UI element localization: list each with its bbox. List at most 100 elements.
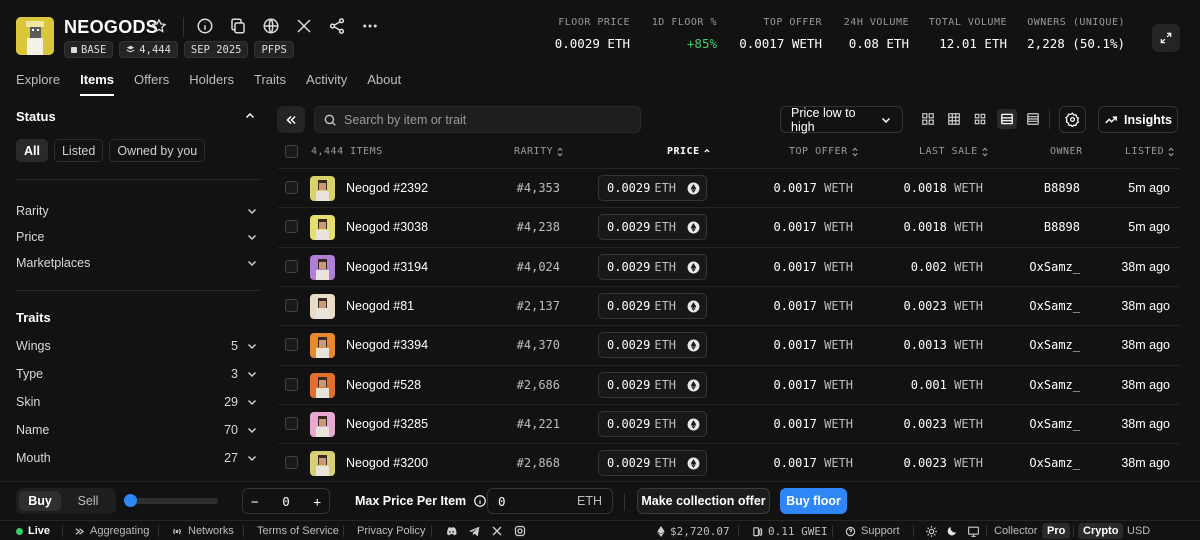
row-select-checkbox[interactable] <box>285 338 298 351</box>
more-options-icon[interactable] <box>361 17 381 37</box>
item-thumbnail[interactable] <box>310 451 335 476</box>
trait-filter-name[interactable]: Name 70 <box>16 423 258 437</box>
status-owned-button[interactable]: Owned by you <box>109 139 206 162</box>
item-owner[interactable]: OxSamz_ <box>1029 456 1080 470</box>
favorite-star-icon[interactable] <box>151 18 167 34</box>
system-theme-icon[interactable] <box>967 525 980 538</box>
status-listed-button[interactable]: Listed <box>53 139 104 162</box>
mode-collector-button[interactable]: Collector <box>989 523 1042 539</box>
item-owner[interactable]: OxSamz_ <box>1029 378 1080 392</box>
trait-filter-type[interactable]: Type 3 <box>16 367 258 381</box>
filter-price[interactable]: Price <box>16 230 258 244</box>
max-price-input[interactable]: 0 ETH <box>487 488 613 514</box>
item-name[interactable]: Neogod #3194 <box>346 260 428 274</box>
tab-items[interactable]: Items <box>80 72 115 96</box>
currency-crypto-button[interactable]: Crypto <box>1078 523 1124 539</box>
top-offer-column-header[interactable]: TOP OFFER <box>789 146 859 157</box>
buy-mode-button[interactable]: Buy <box>19 491 61 511</box>
select-all-checkbox[interactable] <box>285 145 298 158</box>
make-collection-offer-button[interactable]: Make collection offer <box>637 488 770 514</box>
tab-activity[interactable]: Activity <box>306 72 347 96</box>
row-select-checkbox[interactable] <box>285 181 298 194</box>
x-twitter-icon[interactable] <box>295 17 315 37</box>
item-owner[interactable]: B8898 <box>1044 220 1080 234</box>
item-owner[interactable]: B8898 <box>1044 181 1080 195</box>
increment-button[interactable]: + <box>313 494 321 509</box>
collapse-sidebar-button[interactable] <box>277 106 305 133</box>
item-name[interactable]: Neogod #2392 <box>346 181 428 195</box>
info-icon[interactable] <box>473 494 487 508</box>
view-grid-medium-button[interactable] <box>944 109 964 129</box>
status-all-button[interactable]: All <box>16 139 48 162</box>
row-select-checkbox[interactable] <box>285 456 298 469</box>
table-row[interactable]: Neogod #3394 #4,370 0.0029 ETH 0.0017 WETH 0.… <box>278 325 1180 364</box>
item-thumbnail[interactable] <box>310 373 335 398</box>
share-icon[interactable] <box>328 17 348 37</box>
instagram-icon[interactable] <box>514 525 527 538</box>
aggregating-link[interactable]: Aggregating <box>74 525 149 537</box>
light-mode-icon[interactable] <box>925 525 938 538</box>
view-grid-small-button[interactable] <box>970 109 990 129</box>
trait-filter-wings[interactable]: Wings 5 <box>16 339 258 353</box>
item-thumbnail[interactable] <box>310 215 335 240</box>
support-link[interactable]: Support <box>845 525 900 537</box>
search-input[interactable] <box>344 112 624 127</box>
view-grid-large-button[interactable] <box>918 109 938 129</box>
buy-floor-button[interactable]: Buy floor <box>780 488 847 514</box>
buy-price-button[interactable]: 0.0029 ETH <box>598 214 707 240</box>
table-row[interactable]: Neogod #3200 #2,868 0.0029 ETH 0.0017 WETH 0.… <box>278 443 1180 482</box>
tab-offers[interactable]: Offers <box>134 72 169 96</box>
buy-price-button[interactable]: 0.0029 ETH <box>598 411 707 437</box>
privacy-link[interactable]: Privacy Policy <box>357 525 425 537</box>
telegram-icon[interactable] <box>468 525 481 538</box>
decrement-button[interactable]: − <box>251 494 259 509</box>
item-name[interactable]: Neogod #3394 <box>346 338 428 352</box>
buy-price-button[interactable]: 0.0029 ETH <box>598 254 707 280</box>
table-row[interactable]: Neogod #528 #2,686 0.0029 ETH 0.0017 WETH 0.0… <box>278 365 1180 404</box>
table-row[interactable]: Neogod #3285 #4,221 0.0029 ETH 0.0017 WETH 0.… <box>278 404 1180 443</box>
view-list-button[interactable] <box>997 109 1017 129</box>
item-name[interactable]: Neogod #3038 <box>346 220 428 234</box>
item-name[interactable]: Neogod #3285 <box>346 417 428 431</box>
item-owner[interactable]: OxSamz_ <box>1029 299 1080 313</box>
table-row[interactable]: Neogod #81 #2,137 0.0029 ETH 0.0017 WETH 0.00… <box>278 286 1180 325</box>
search-bar[interactable] <box>314 106 641 133</box>
quantity-value[interactable]: 0 <box>282 494 290 509</box>
table-row[interactable]: Neogod #3038 #4,238 0.0029 ETH 0.0017 WETH 0.… <box>278 207 1180 246</box>
item-thumbnail[interactable] <box>310 333 335 358</box>
filter-rarity[interactable]: Rarity <box>16 204 258 218</box>
x-twitter-icon[interactable] <box>491 525 504 538</box>
item-owner[interactable]: OxSamz_ <box>1029 338 1080 352</box>
row-select-checkbox[interactable] <box>285 417 298 430</box>
fullscreen-button[interactable] <box>1152 24 1180 52</box>
item-owner[interactable]: OxSamz_ <box>1029 417 1080 431</box>
trait-filter-mouth[interactable]: Mouth 27 <box>16 451 258 465</box>
buy-price-button[interactable]: 0.0029 ETH <box>598 293 707 319</box>
settings-button[interactable] <box>1059 106 1086 133</box>
currency-usd-button[interactable]: USD <box>1122 523 1155 539</box>
filter-marketplaces[interactable]: Marketplaces <box>16 256 258 270</box>
item-name[interactable]: Neogod #3200 <box>346 456 428 470</box>
buy-price-button[interactable]: 0.0029 ETH <box>598 175 707 201</box>
item-thumbnail[interactable] <box>310 255 335 280</box>
row-select-checkbox[interactable] <box>285 299 298 312</box>
tab-about[interactable]: About <box>367 72 401 96</box>
tab-traits[interactable]: Traits <box>254 72 286 96</box>
price-column-header[interactable]: PRICE <box>667 146 711 157</box>
buy-price-button[interactable]: 0.0029 ETH <box>598 332 707 358</box>
row-select-checkbox[interactable] <box>285 220 298 233</box>
discord-icon[interactable] <box>445 525 458 538</box>
row-select-checkbox[interactable] <box>285 378 298 391</box>
tab-explore[interactable]: Explore <box>16 72 60 96</box>
view-table-button[interactable] <box>1023 109 1043 129</box>
item-thumbnail[interactable] <box>310 412 335 437</box>
dark-mode-icon[interactable] <box>946 525 959 538</box>
copy-icon[interactable] <box>229 17 249 37</box>
buy-price-button[interactable]: 0.0029 ETH <box>598 450 707 476</box>
chevron-up-icon[interactable] <box>244 110 256 122</box>
insights-button[interactable]: Insights <box>1098 106 1178 133</box>
table-row[interactable]: Neogod #3194 #4,024 0.0029 ETH 0.0017 WETH 0.… <box>278 247 1180 286</box>
sweep-slider-track[interactable] <box>128 498 218 504</box>
sell-mode-button[interactable]: Sell <box>67 491 109 511</box>
row-select-checkbox[interactable] <box>285 260 298 273</box>
